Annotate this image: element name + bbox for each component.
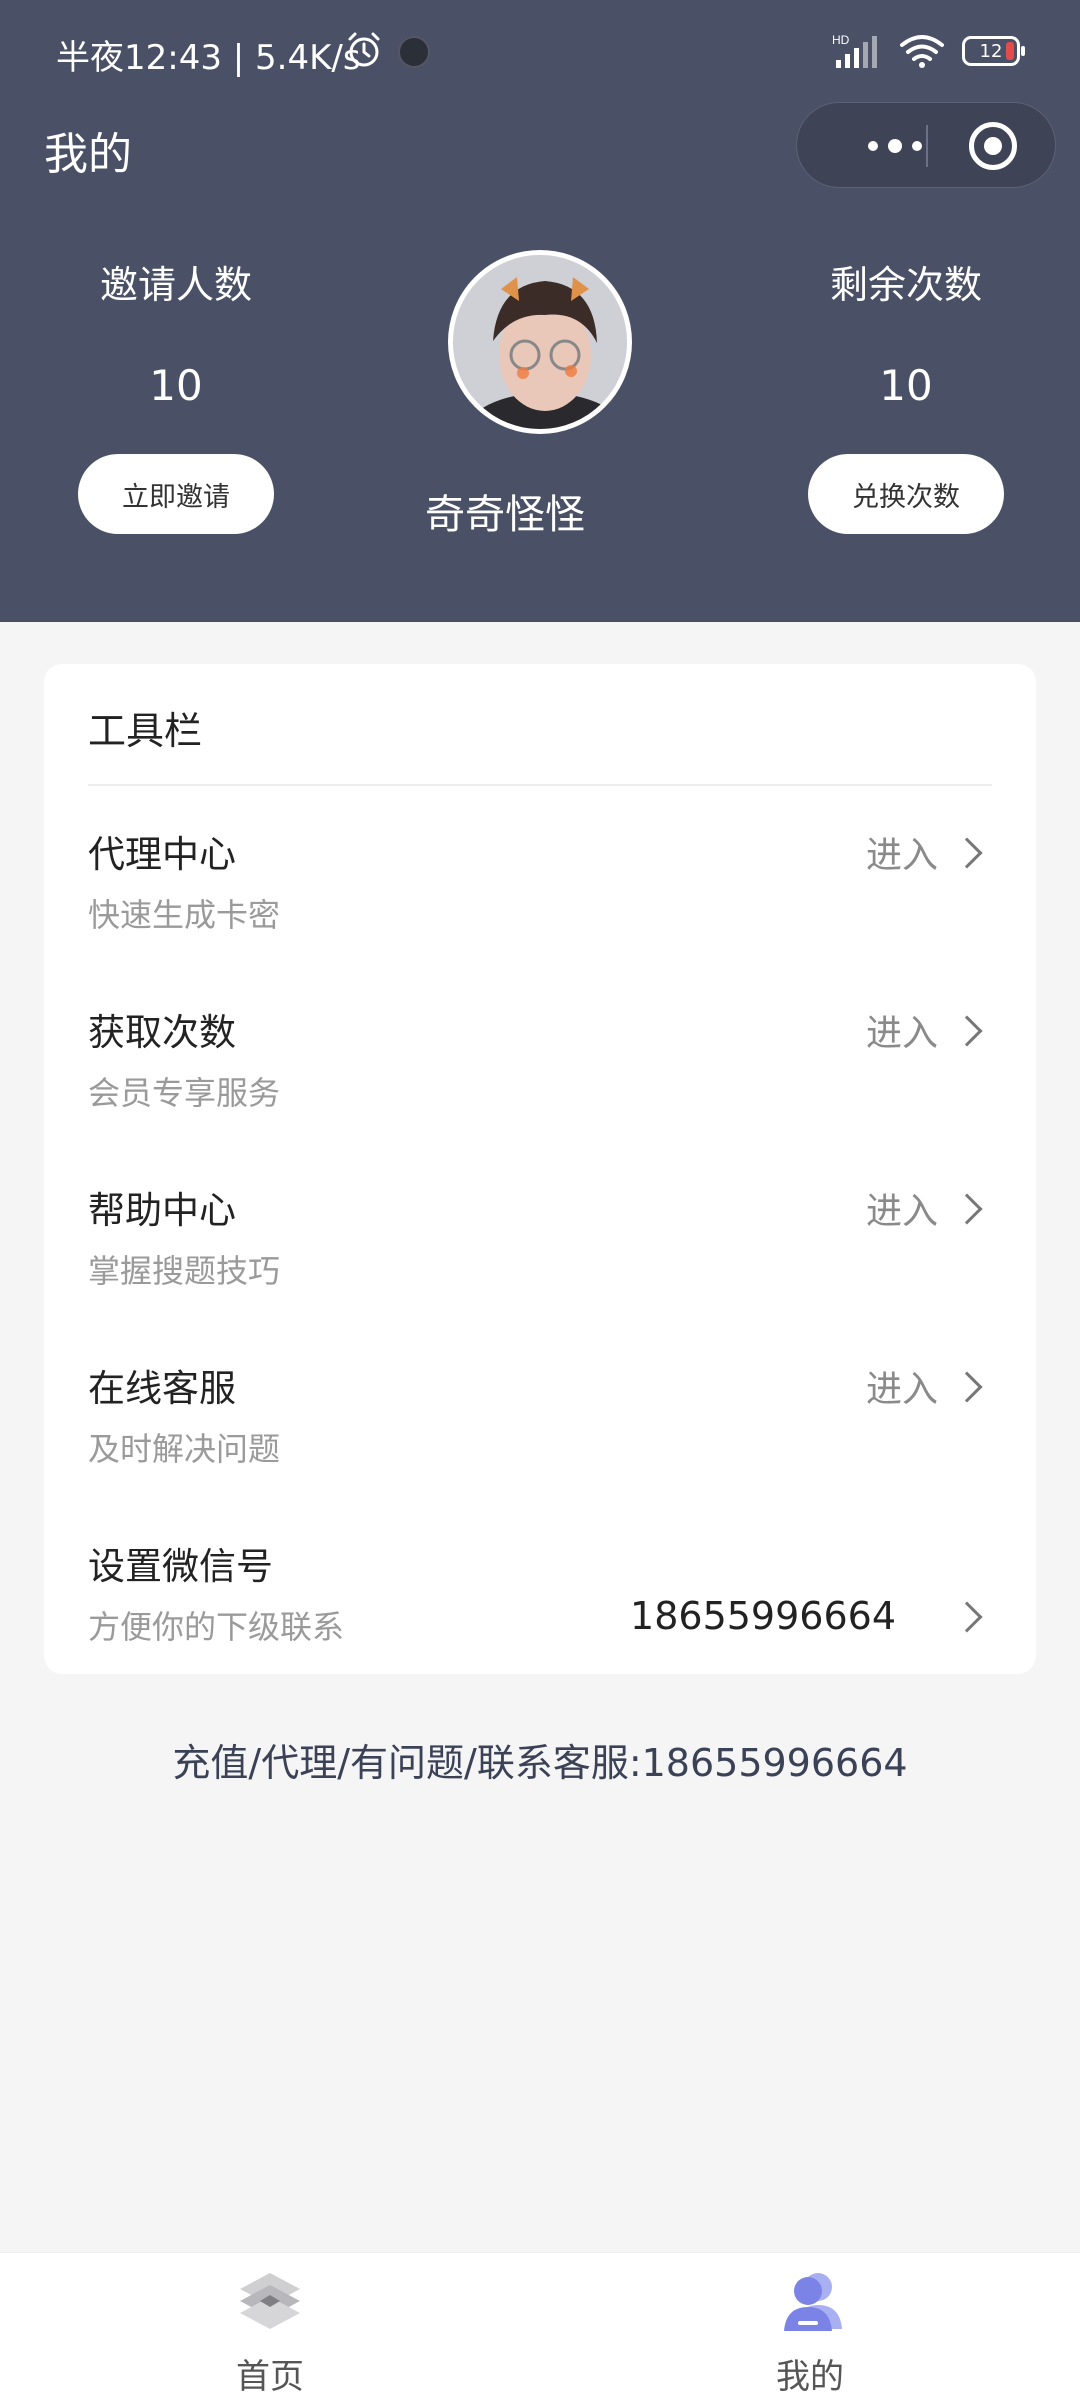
status-time: 半夜12:43 | 5.4K/s [56, 38, 361, 78]
miniprogram-capsule [796, 102, 1056, 188]
tab-home-label: 首页 [236, 2357, 304, 2397]
app-notification-icon [398, 36, 430, 68]
tab-home[interactable]: 首页 [160, 2253, 380, 2400]
list-item-action: 进入 [865, 1369, 938, 1410]
list-item-subtitle: 掌握搜题技巧 [88, 1252, 281, 1290]
battery-icon: 12 [962, 36, 1025, 66]
layers-icon [240, 2273, 300, 2329]
list-item-title: 代理中心 [88, 833, 236, 876]
tab-mine[interactable]: 我的 [700, 2253, 920, 2400]
list-item-online-service[interactable]: 在线客服 及时解决问题 进入 [44, 1358, 1036, 1536]
wifi-icon [900, 35, 944, 68]
remaining-stat: 剩余次数 10 [786, 254, 1026, 410]
remaining-count-label: 剩余次数 [829, 263, 982, 307]
chevron-right-icon [951, 1601, 983, 1633]
list-item-subtitle: 及时解决问题 [88, 1430, 281, 1468]
list-item-set-wechat[interactable]: 设置微信号 方便你的下级联系 18655996664 [44, 1536, 1036, 1714]
list-item-help-center[interactable]: 帮助中心 掌握搜题技巧 进入 [44, 1180, 1036, 1358]
page-title: 我的 [44, 129, 132, 180]
exchange-count-button[interactable]: 兑换次数 [808, 454, 1004, 534]
battery-level: 12 [979, 40, 1003, 62]
avatar[interactable] [448, 250, 632, 434]
list-item-title: 帮助中心 [88, 1189, 236, 1232]
more-icon[interactable] [835, 103, 955, 189]
toolbar-title: 工具栏 [88, 709, 203, 753]
toolbar-card: 工具栏 代理中心 快速生成卡密 进入 获取次数 会员专享服务 进入 帮助中心 掌… [44, 664, 1036, 1674]
list-item-action: 进入 [865, 1191, 938, 1232]
list-item-action: 进入 [865, 1013, 938, 1054]
list-item-title: 获取次数 [88, 1011, 236, 1054]
profile-header: 半夜12:43 | 5.4K/s HD 12 我的 邀请人数 10 立即邀请 奇… [0, 0, 1080, 622]
status-right: HD 12 [832, 32, 1025, 70]
list-item-subtitle: 方便你的下级联系 [88, 1608, 345, 1646]
tab-mine-label: 我的 [776, 2357, 844, 2397]
invite-stat: 邀请人数 10 [56, 254, 296, 410]
remaining-count-value: 10 [879, 361, 933, 410]
list-item-get-count[interactable]: 获取次数 会员专享服务 进入 [44, 1002, 1036, 1180]
close-target-icon[interactable] [969, 122, 1017, 170]
invite-count-value: 10 [149, 361, 203, 410]
avatar-image [453, 255, 627, 429]
svg-text:HD: HD [832, 33, 850, 47]
list-item-subtitle: 快速生成卡密 [88, 896, 281, 934]
contact-info: 充值/代理/有问题/联系客服:18655996664 [172, 1741, 908, 1785]
chevron-right-icon [951, 837, 983, 869]
list-item-subtitle: 会员专享服务 [88, 1074, 281, 1112]
list-item-agent-center[interactable]: 代理中心 快速生成卡密 进入 [44, 824, 1036, 1002]
user-icon [784, 2273, 842, 2331]
divider [88, 784, 992, 786]
invite-count-label: 邀请人数 [99, 263, 252, 307]
list-item-title: 在线客服 [88, 1367, 236, 1410]
alarm-icon [348, 32, 380, 67]
wechat-id-value: 18655996664 [630, 1594, 896, 1638]
status-bar: 半夜12:43 | 5.4K/s HD 12 [0, 0, 1080, 100]
chevron-right-icon [951, 1015, 983, 1047]
list-item-title: 设置微信号 [88, 1545, 273, 1588]
chevron-right-icon [951, 1193, 983, 1225]
invite-now-button[interactable]: 立即邀请 [78, 454, 274, 534]
chevron-right-icon [951, 1371, 983, 1403]
list-item-action: 进入 [865, 835, 938, 876]
tab-bar: 首页 我的 [0, 2252, 1080, 2400]
signal-icon: HD [832, 33, 877, 68]
username: 奇奇怪怪 [425, 492, 585, 538]
